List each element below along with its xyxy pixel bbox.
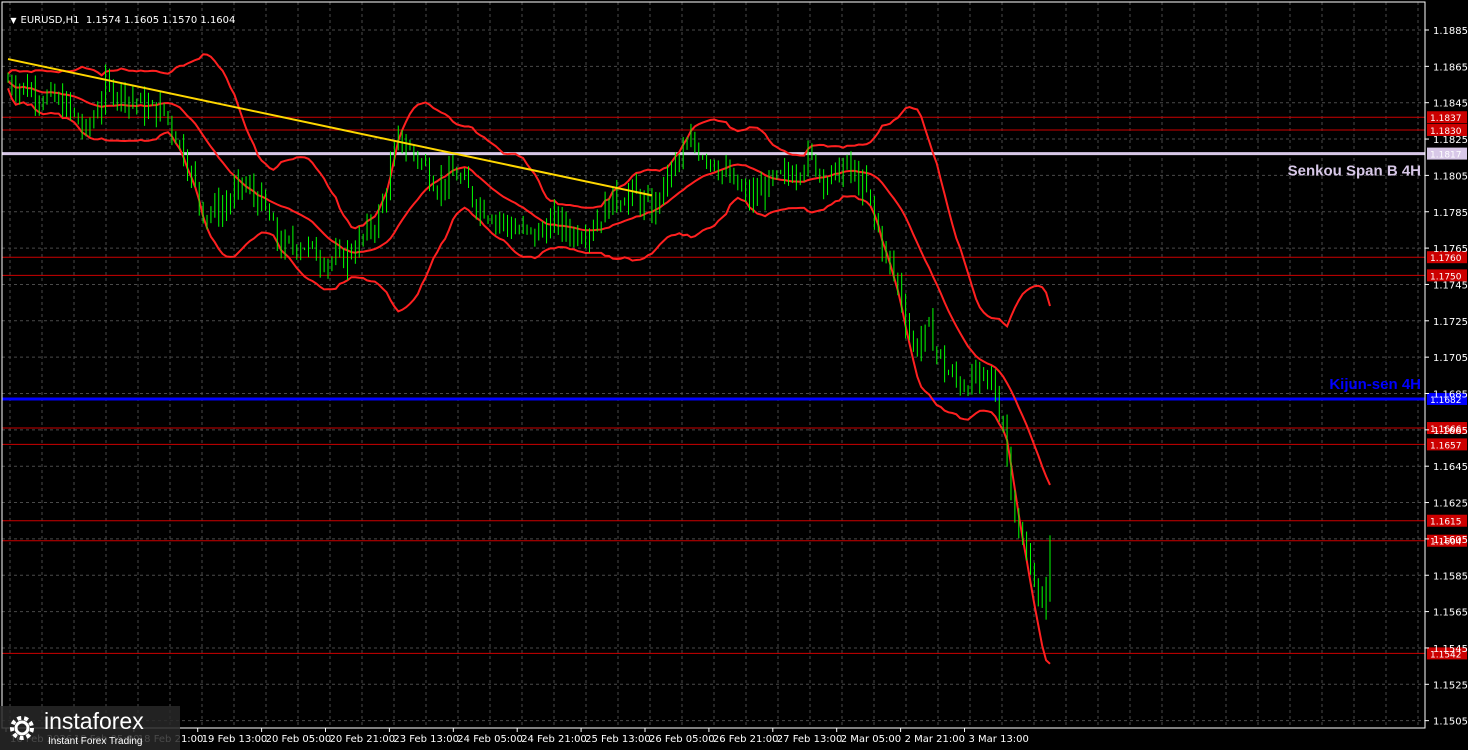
- bollinger-bands: [7, 53, 1051, 665]
- chart-header: ▼ EURUSD,H1 1.1574 1.1605 1.1570 1.1604: [4, 4, 235, 26]
- x-tick-label: 24 Feb 05:00: [457, 734, 523, 745]
- logo-name: instaforex: [44, 708, 144, 734]
- price-level-label: 1.1760: [1430, 254, 1462, 264]
- y-tick-label: 1.1685: [1433, 390, 1468, 401]
- y-tick-label: 1.1625: [1433, 499, 1468, 510]
- price-levels: 1.18371.18301.18171.17601.17501.16821.16…: [2, 111, 1467, 660]
- chart-axes: 1.1885 1.1865 1.1845 1.1825 1.1805 1.1785 1.17…: [1, 1, 1468, 745]
- y-tick-label: 1.1705: [1433, 353, 1468, 364]
- y-tick-label: 1.1545: [1433, 644, 1468, 655]
- price-level-label: 1.1817: [1430, 151, 1462, 161]
- kijun-sen-label: Kijun-sen 4H: [1329, 376, 1421, 393]
- y-tick-label: 1.1885: [1433, 26, 1468, 37]
- y-tick-label: 1.1785: [1433, 208, 1468, 219]
- y-tick-label: 1.1845: [1433, 99, 1468, 110]
- price-chart[interactable]: 1.18371.18301.18171.17601.17501.16821.16…: [0, 0, 1468, 750]
- bollinger-lower: [7, 88, 1051, 665]
- y-tick-label: 1.1565: [1433, 608, 1468, 619]
- x-tick-label: 26 Feb 05:00: [649, 734, 715, 745]
- x-tick-label: 2 Mar 21:00: [905, 734, 965, 745]
- y-tick-label: 1.1745: [1433, 280, 1468, 291]
- price-level-label: 1.1657: [1430, 441, 1462, 451]
- y-tick-label: 1.1605: [1433, 535, 1468, 546]
- price-level-label: 1.1615: [1430, 518, 1462, 528]
- x-tick-label: 3 Mar 13:00: [969, 734, 1029, 745]
- x-tick-label: 24 Feb 21:00: [521, 734, 587, 745]
- gear-icon: [10, 716, 34, 740]
- x-tick-label: 19 Feb 13:00: [202, 734, 268, 745]
- instaforex-logo: instaforex Instant Forex Trading: [0, 706, 180, 750]
- bollinger-middle: [7, 80, 1051, 486]
- x-tick-label: 26 Feb 21:00: [713, 734, 779, 745]
- y-tick-label: 1.1725: [1433, 317, 1468, 328]
- y-tick-label: 1.1505: [1433, 717, 1468, 728]
- x-tick-label: 20 Feb 21:00: [330, 734, 396, 745]
- bollinger-upper: [7, 53, 1051, 328]
- y-tick-label: 1.1525: [1433, 680, 1468, 691]
- logo-tagline: Instant Forex Trading: [48, 736, 143, 747]
- y-tick-label: 1.1825: [1433, 135, 1468, 146]
- ohlc-label: 1.1574 1.1605 1.1570 1.1604: [85, 15, 236, 26]
- chart-grid: [2, 2, 1425, 728]
- x-tick-label: 25 Feb 13:00: [585, 734, 651, 745]
- price-candles: [7, 64, 1051, 620]
- x-tick-label: 2 Mar 05:00: [841, 734, 901, 745]
- x-tick-label: 23 Feb 13:00: [393, 734, 459, 745]
- y-tick-label: 1.1585: [1433, 571, 1468, 582]
- price-level-label: 1.1837: [1430, 114, 1462, 124]
- senkou-span-label: Senkou Span B 4H: [1288, 163, 1421, 180]
- y-tick-label: 1.1665: [1433, 426, 1468, 437]
- dropdown-triangle-icon[interactable]: ▼: [10, 16, 16, 25]
- y-tick-label: 1.1865: [1433, 62, 1468, 73]
- y-tick-label: 1.1765: [1433, 244, 1468, 255]
- y-tick-label: 1.1645: [1433, 462, 1468, 473]
- y-tick-label: 1.1805: [1433, 171, 1468, 182]
- x-tick-label: 20 Feb 05:00: [266, 734, 332, 745]
- x-tick-label: 27 Feb 13:00: [777, 734, 843, 745]
- symbol-label: EURUSD,H1: [20, 15, 80, 26]
